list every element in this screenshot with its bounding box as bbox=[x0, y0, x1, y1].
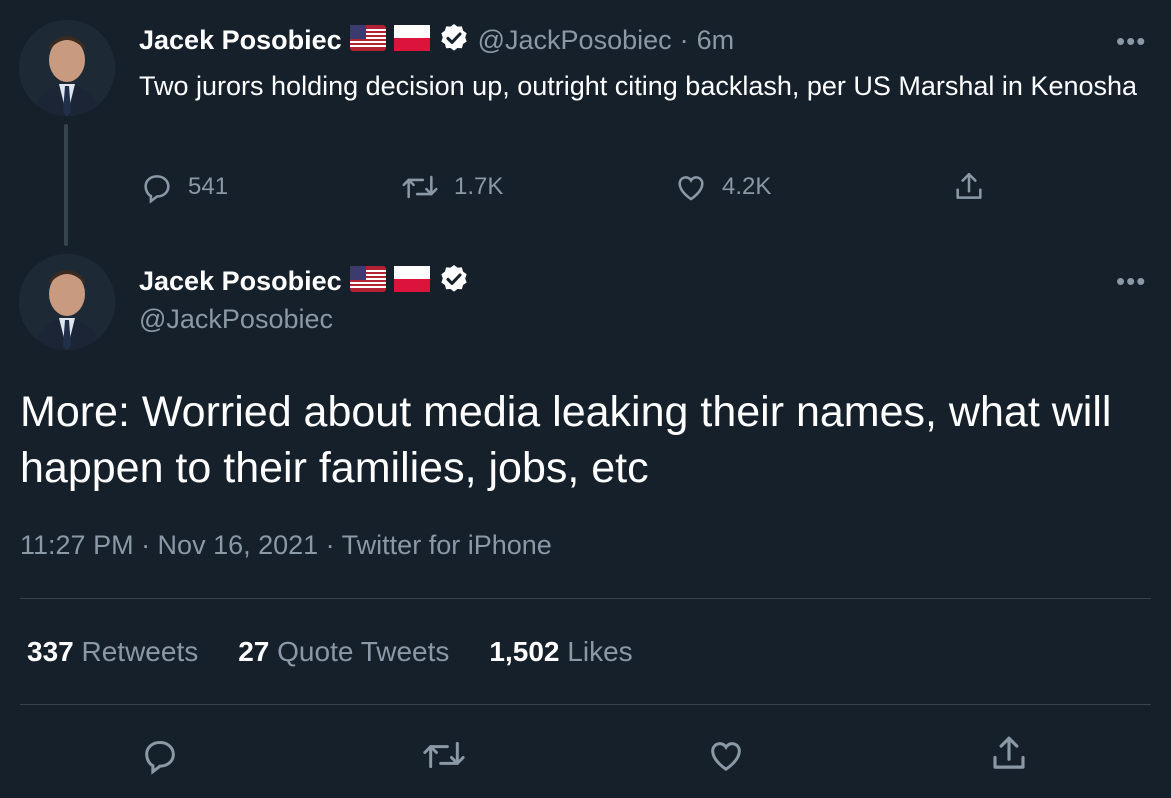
retweet-button[interactable] bbox=[420, 735, 468, 775]
likes-count: 1,502 bbox=[489, 636, 560, 667]
avatar[interactable] bbox=[19, 254, 115, 350]
retweets-label: Retweets bbox=[81, 636, 199, 667]
share-button[interactable] bbox=[952, 170, 986, 204]
avatar-photo bbox=[19, 254, 115, 350]
avatar[interactable] bbox=[19, 20, 115, 116]
tweet-stats: 337 Retweets 27 Quote Tweets 1,502 Likes bbox=[27, 636, 633, 668]
author-handle[interactable]: @JackPosobiec bbox=[139, 304, 333, 335]
reply-button[interactable] bbox=[140, 735, 180, 775]
retweet-icon bbox=[423, 741, 465, 769]
poland-flag-icon bbox=[393, 25, 430, 56]
tweet2-text: More: Worried about media leaking their … bbox=[20, 388, 1112, 492]
reply-count: 541 bbox=[188, 173, 229, 200]
share-icon bbox=[952, 170, 986, 204]
likes-stat[interactable]: 1,502 Likes bbox=[489, 636, 632, 668]
like-button[interactable]: 4.2K bbox=[674, 170, 771, 204]
like-button[interactable] bbox=[706, 735, 746, 775]
quotes-count: 27 bbox=[238, 636, 270, 667]
thread-line bbox=[64, 124, 68, 246]
tweet-meta[interactable]: 11:27 PM · Nov 16, 2021 · Twitter for iP… bbox=[20, 530, 552, 561]
quotes-label: Quote Tweets bbox=[277, 636, 450, 667]
more-icon[interactable]: ••• bbox=[1116, 266, 1146, 297]
avatar-photo bbox=[19, 20, 115, 116]
retweet-button[interactable]: 1.7K bbox=[400, 170, 503, 204]
retweets-count: 337 bbox=[27, 636, 74, 667]
retweet-count: 1.7K bbox=[454, 173, 504, 200]
divider bbox=[20, 704, 1151, 705]
like-icon bbox=[711, 742, 741, 771]
tweet-time[interactable]: 6m bbox=[697, 25, 735, 56]
verified-badge-icon bbox=[438, 22, 470, 59]
us-flag-icon bbox=[349, 25, 386, 56]
like-icon bbox=[674, 170, 708, 204]
separator-dot: · bbox=[679, 25, 689, 55]
reply-button[interactable]: 541 bbox=[140, 170, 228, 204]
us-flag-icon bbox=[349, 266, 386, 297]
reply-icon bbox=[145, 741, 175, 775]
like-count: 4.2K bbox=[722, 173, 772, 200]
share-icon bbox=[993, 736, 1025, 769]
more-icon[interactable]: ••• bbox=[1116, 26, 1146, 57]
retweet-icon bbox=[400, 170, 440, 204]
quotes-stat[interactable]: 27 Quote Tweets bbox=[238, 636, 449, 668]
author-handle[interactable]: @JackPosobiec bbox=[478, 25, 672, 56]
verified-badge-icon bbox=[438, 263, 470, 300]
reply-icon bbox=[140, 170, 174, 204]
likes-label: Likes bbox=[567, 636, 633, 667]
tweet2-header: Jacek Posobiec bbox=[139, 263, 470, 300]
author-name[interactable]: Jacek Posobiec bbox=[139, 25, 342, 56]
tweet1-text: Two jurors holding decision up, outright… bbox=[139, 71, 1138, 101]
author-name[interactable]: Jacek Posobiec bbox=[139, 266, 342, 297]
share-button[interactable] bbox=[988, 733, 1030, 775]
poland-flag-icon bbox=[393, 266, 430, 297]
tweet1-header: Jacek Posobiec @JackPosobiec · 6m bbox=[139, 22, 734, 59]
retweets-stat[interactable]: 337 Retweets bbox=[27, 636, 198, 668]
divider bbox=[20, 598, 1151, 599]
